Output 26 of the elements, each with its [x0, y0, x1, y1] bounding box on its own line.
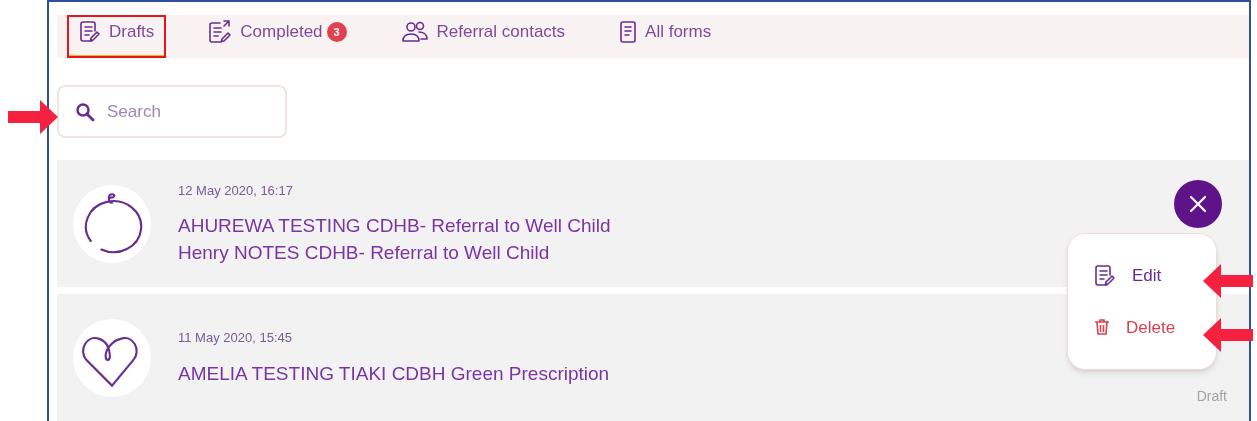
document-pencil-icon — [1094, 263, 1116, 288]
form-title: Henry NOTES CDHB- Referral to Well Child — [178, 241, 551, 266]
menu-item[interactable]: Delete — [1094, 314, 1176, 340]
search-icon — [75, 101, 95, 122]
document-icon — [619, 20, 638, 45]
menu-item[interactable]: Edit — [1094, 263, 1162, 289]
status-text: Draft — [1196, 387, 1227, 406]
trash-icon — [1094, 318, 1110, 337]
document-pencil-arrow-icon — [208, 19, 233, 46]
close-button[interactable] — [1174, 180, 1222, 228]
arrow-annotation-icon — [1203, 264, 1253, 298]
close-icon — [1189, 195, 1207, 213]
form-title: AHUREWA TESTING CDHB- Referral to Well Child — [178, 214, 611, 239]
arrow-annotation-icon — [8, 100, 58, 134]
search-input[interactable]: Search — [107, 99, 257, 125]
tab[interactable]: Referral contacts — [388, 15, 578, 59]
tab[interactable]: Drafts — [67, 15, 167, 59]
people-icon — [400, 21, 429, 44]
search-field[interactable]: Search — [57, 85, 287, 139]
document-pencil-icon — [79, 20, 101, 45]
count-badge: 3 — [326, 22, 347, 43]
date-text: 11 May 2020, 15:45 — [178, 329, 293, 348]
tab[interactable]: All forms — [607, 15, 724, 59]
arrow-annotation-icon — [1203, 318, 1253, 352]
date-text: 12 May 2020, 16:17 — [178, 181, 294, 200]
tab[interactable]: Completed 3 — [196, 15, 359, 59]
